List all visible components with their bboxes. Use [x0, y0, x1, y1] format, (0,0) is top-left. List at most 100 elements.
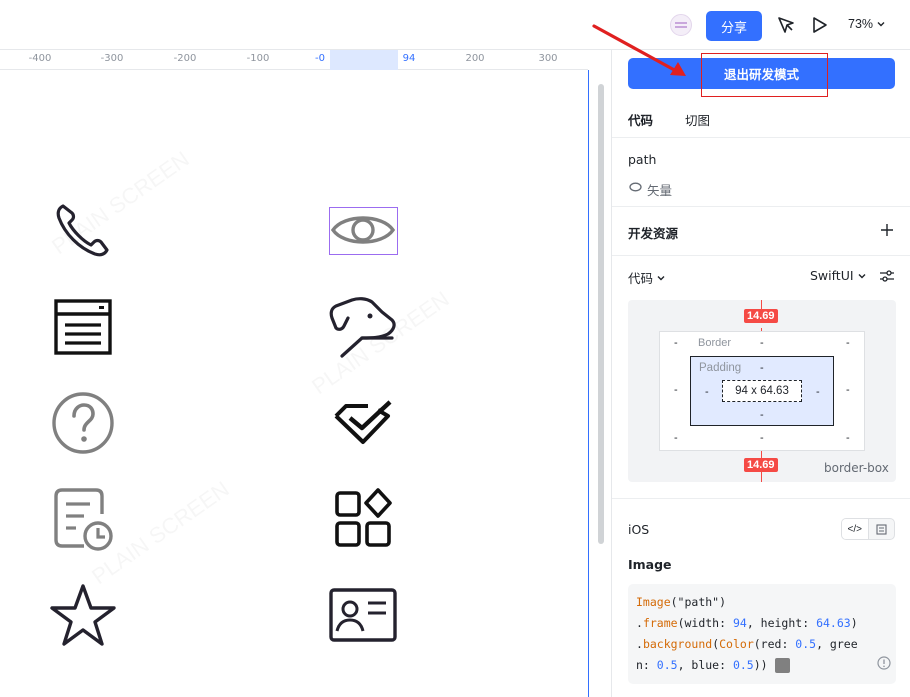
code-token: 0.5: [732, 658, 754, 672]
add-icon[interactable]: [880, 223, 894, 237]
code-token: 94: [732, 616, 747, 630]
padding-right: -: [816, 386, 820, 398]
framework-dropdown[interactable]: SwiftUI: [810, 268, 867, 283]
bottom-measure: 14.69: [744, 458, 778, 472]
border-top: -: [760, 337, 764, 349]
color-swatch: [774, 658, 790, 673]
padding-bottom: -: [760, 409, 764, 421]
box-model: 14.69 - Border - - - - - - - Padding - -…: [628, 300, 896, 482]
section-title: Image: [628, 557, 672, 572]
ruler-tick: -300: [100, 53, 124, 64]
tab-slice[interactable]: 切图: [685, 110, 710, 129]
divider: [612, 137, 910, 138]
top-measure: 14.69: [744, 309, 778, 323]
play-icon[interactable]: [808, 14, 830, 36]
ruler-tick: 300: [538, 53, 558, 64]
annotation-arrow-icon: [592, 24, 686, 76]
code-token: ("path"): [670, 595, 727, 609]
code-token: 0.5: [656, 658, 678, 672]
framework-label: SwiftUI: [810, 268, 854, 283]
divider: [612, 206, 910, 207]
divider: [612, 498, 910, 499]
dog-icon[interactable]: [328, 292, 398, 362]
code-token: , blue:: [677, 658, 733, 672]
padding-top: -: [760, 362, 764, 374]
code-token: frame: [642, 616, 678, 630]
help-circle-icon[interactable]: [48, 388, 118, 458]
shield-check-icon[interactable]: [328, 388, 398, 458]
ruler-tick: -0: [315, 53, 325, 64]
border-label: Border: [698, 337, 732, 349]
artboard-edge-guide: [588, 70, 589, 697]
ruler-tick: 94: [402, 53, 416, 64]
horizontal-ruler: -400 -300 -200 -100 -0 94 200 300: [0, 50, 588, 70]
inspect-panel: 退出研发模式 代码 切图 path 矢量 开发资源 代码 SwiftUI 14.…: [611, 50, 910, 697]
canvas-scrollbar[interactable]: [598, 84, 604, 544]
code-token: , gree: [816, 637, 858, 651]
code-token: ): [850, 616, 858, 630]
code-view-icon[interactable]: </>: [842, 519, 869, 539]
border-top-left: -: [674, 337, 678, 349]
view-toggle[interactable]: </>: [841, 518, 895, 540]
panel-tabs: 代码 切图: [628, 110, 710, 129]
measure-line: [761, 472, 762, 482]
star-icon[interactable]: [48, 580, 118, 650]
selection-box: [329, 207, 398, 255]
code-token: , height:: [746, 616, 817, 630]
zoom-dropdown[interactable]: 73%: [848, 17, 886, 31]
comment-cursor-icon[interactable]: [775, 14, 797, 36]
ruler-tick: -400: [28, 53, 52, 64]
code-token: 0.5: [795, 637, 817, 651]
tab-code[interactable]: 代码: [628, 110, 653, 129]
border-box: - Border - - - - - - - Padding - - - - 9…: [659, 331, 865, 451]
apps-grid-icon[interactable]: [328, 484, 398, 554]
info-icon[interactable]: [877, 656, 891, 670]
ruler-selection-highlight: [330, 50, 398, 70]
border-left: -: [674, 384, 678, 396]
vector-icon: [629, 182, 642, 192]
browser-window-icon[interactable]: [48, 292, 118, 362]
padding-left: -: [705, 386, 709, 398]
dev-resources-title: 开发资源: [628, 226, 679, 241]
settings-sliders-icon[interactable]: [879, 268, 895, 284]
code-token: background: [642, 637, 713, 651]
chevron-down-icon: [877, 22, 885, 27]
code-token: (red:: [753, 637, 796, 651]
layer-type: 矢量: [647, 183, 673, 198]
design-canvas[interactable]: PLAIN SCREEN PLAIN SCREEN PLAIN SCREEN: [0, 70, 588, 697]
code-token: )): [753, 658, 768, 672]
share-button[interactable]: 分享: [706, 11, 762, 41]
content-size: 94 x 64.63: [722, 380, 802, 402]
zoom-level: 73%: [848, 17, 874, 31]
border-bottom: -: [760, 432, 764, 444]
ruler-tick: -100: [246, 53, 270, 64]
phone-icon[interactable]: [48, 195, 118, 265]
platform-label: iOS: [628, 522, 650, 537]
code-token: (width:: [677, 616, 733, 630]
border-bottom-left: -: [674, 432, 678, 444]
id-card-icon[interactable]: [328, 580, 398, 650]
code-token: .: [636, 616, 643, 630]
ruler-tick: 200: [465, 53, 485, 64]
divider: [612, 255, 910, 256]
code-token: Color: [719, 637, 754, 651]
document-clock-icon[interactable]: [48, 484, 118, 554]
padding-label: Padding: [699, 362, 742, 374]
measure-line: [761, 451, 762, 458]
box-sizing-mode: border-box: [824, 461, 889, 475]
top-bar: 分享 73%: [0, 0, 910, 50]
code-language-dropdown[interactable]: 代码: [628, 268, 666, 287]
code-token: 64.63: [816, 616, 851, 630]
code-snippet[interactable]: Image("path") .frame(width: 94, height: …: [628, 584, 896, 684]
list-view-icon[interactable]: [869, 519, 895, 539]
code-label: 代码: [628, 271, 654, 286]
padding-box: Padding - - - - 94 x 64.63: [690, 356, 834, 426]
code-token: .: [636, 637, 643, 651]
border-top-right: -: [846, 337, 850, 349]
code-token: n:: [636, 658, 657, 672]
layer-name: path: [628, 152, 657, 167]
annotation-highlight-box: [701, 53, 828, 97]
border-right: -: [846, 384, 850, 396]
chevron-down-icon: [657, 275, 665, 280]
ruler-tick: -200: [173, 53, 197, 64]
